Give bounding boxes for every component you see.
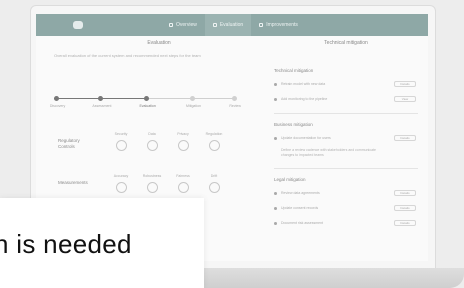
row-label: Measurements xyxy=(58,180,88,185)
gauge-ring-icon xyxy=(146,140,158,151)
mitigation-text: Update consent records xyxy=(281,206,319,210)
step-dot[interactable] xyxy=(190,96,195,101)
mitigation-item[interactable]: Review data agreements Details xyxy=(274,190,418,197)
bullet-icon xyxy=(274,192,277,195)
gauge[interactable]: Fairness xyxy=(171,174,195,193)
app-logo-icon[interactable] xyxy=(73,21,83,29)
panel-title: Technical mitigation xyxy=(324,40,368,46)
mitigation-text: Review data agreements xyxy=(281,191,320,195)
bullet-icon xyxy=(274,83,277,86)
gauge-ring-icon xyxy=(115,182,127,193)
business-mitigation-section: Business mitigation Update documentation… xyxy=(274,122,418,158)
main-nav: Overview Evaluation Improvements xyxy=(161,14,306,36)
section-heading: Legal mitigation xyxy=(274,177,306,182)
mitigation-item[interactable]: Retrain model with new data Details xyxy=(274,81,418,88)
details-button[interactable]: Details xyxy=(394,220,416,226)
gauge[interactable]: Regulation xyxy=(202,132,226,151)
gauge-ring-icon xyxy=(177,182,189,193)
gauge[interactable]: Robustness xyxy=(140,174,164,193)
intro-text: Overall evaluation of the current system… xyxy=(54,53,201,58)
gauge-ring-icon xyxy=(177,140,189,151)
section-heading: Business mitigation xyxy=(274,122,313,127)
mitigation-note: Define a review cadence with stakeholder… xyxy=(281,148,376,157)
tab-label: Evaluation xyxy=(219,22,244,28)
gauge[interactable]: Accuracy xyxy=(109,174,133,193)
gauge-label: Drift xyxy=(210,174,218,178)
bullet-icon xyxy=(274,207,277,210)
mitigation-item[interactable]: Update consent records Details xyxy=(274,205,418,212)
evaluation-panel: Evaluation Overall evaluation of the cur… xyxy=(50,40,264,193)
bullet-icon xyxy=(274,137,277,140)
screen: Overview Evaluation Improvements Evaluat… xyxy=(0,0,464,288)
divider xyxy=(274,168,418,169)
overview-icon xyxy=(169,23,173,27)
gauge-label: Accuracy xyxy=(113,174,129,178)
tab-overview[interactable]: Overview xyxy=(161,14,205,36)
gauge-label: Fairness xyxy=(176,174,190,178)
gauge[interactable]: Drift xyxy=(202,174,226,193)
tab-label: Overview xyxy=(176,22,197,28)
gauge-label: Regulation xyxy=(205,132,223,136)
step-dot[interactable] xyxy=(54,96,59,101)
mitigation-item[interactable]: Update documentation for users Details xyxy=(274,135,418,142)
step-dot[interactable] xyxy=(144,96,149,101)
mitigation-panel: Technical mitigation Technical mitigatio… xyxy=(274,40,418,227)
tab-improvements[interactable]: Improvements xyxy=(251,14,306,36)
bullet-icon xyxy=(274,98,277,101)
progress-stepper: Discovery Assessment Evaluation Mitigati… xyxy=(50,95,264,115)
gauge[interactable]: Security xyxy=(109,132,133,151)
gauge-row-regulatory: Regulatory Controls Security Data Privac… xyxy=(54,132,264,176)
panel-title: Evaluation xyxy=(147,40,171,46)
details-button[interactable]: Details xyxy=(394,205,416,211)
improvements-icon xyxy=(259,23,264,27)
mitigation-text: Update documentation for users xyxy=(281,136,331,140)
details-button[interactable]: Details xyxy=(394,135,416,141)
mitigation-text: Retrain model with new data xyxy=(281,82,326,86)
details-button[interactable]: Details xyxy=(394,81,416,87)
gauge[interactable]: Data xyxy=(140,132,164,151)
gauge-label: Security xyxy=(114,132,128,136)
mitigation-text: Document risk assessment xyxy=(281,221,324,225)
mitigation-item[interactable]: Add monitoring to the pipeline View xyxy=(274,96,418,103)
gauge[interactable]: Privacy xyxy=(171,132,195,151)
details-button[interactable]: Details xyxy=(394,190,416,196)
step-label: Mitigation xyxy=(186,104,201,108)
divider xyxy=(274,113,418,114)
step-label: Review xyxy=(229,104,241,108)
gauge-label: Robustness xyxy=(142,174,162,178)
step-label: Discovery xyxy=(49,104,66,108)
tab-label: Improvements xyxy=(266,22,298,28)
bullet-icon xyxy=(274,222,277,225)
caption-banner: n is needed xyxy=(0,198,204,288)
gauge-ring-icon xyxy=(146,182,158,193)
app-header: Overview Evaluation Improvements xyxy=(36,14,428,36)
mitigation-item[interactable]: Document risk assessment Details xyxy=(274,220,418,227)
row-label: Regulatory Controls xyxy=(58,138,80,149)
gauge-ring-icon xyxy=(208,140,220,151)
caption-text: n is needed xyxy=(0,229,132,259)
step-label: Evaluation xyxy=(139,104,156,108)
details-button[interactable]: View xyxy=(394,96,416,102)
section-heading: Technical mitigation xyxy=(274,68,314,73)
gauge-label: Data xyxy=(148,132,156,136)
gauge-ring-icon xyxy=(115,140,127,151)
gauge-label: Privacy xyxy=(177,132,189,136)
technical-mitigation-section: Technical mitigation Retrain model with … xyxy=(274,68,418,103)
gauge-ring-icon xyxy=(208,182,220,193)
tab-evaluation[interactable]: Evaluation xyxy=(204,14,252,36)
step-label: Assessment xyxy=(92,104,112,108)
evaluation-icon xyxy=(212,23,217,27)
legal-mitigation-section: Legal mitigation Review data agreements … xyxy=(274,177,418,227)
step-dot[interactable] xyxy=(98,96,103,101)
step-dot[interactable] xyxy=(232,96,237,101)
mitigation-text: Add monitoring to the pipeline xyxy=(281,97,328,101)
